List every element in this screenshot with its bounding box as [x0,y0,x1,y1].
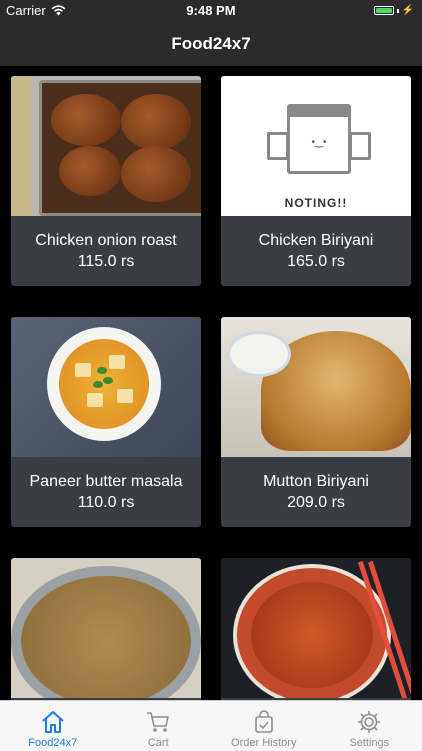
food-price: 115.0 rs [78,251,135,272]
food-card[interactable]: Paneer butter masala 110.0 rs [11,317,201,527]
food-price: 209.0 rs [287,492,345,513]
battery-icon: ⚡ [374,5,414,16]
tab-cart[interactable]: Cart [106,701,212,751]
food-name: Paneer butter masala [30,471,183,492]
tab-order-history[interactable]: Order History [211,701,317,751]
tab-label: Cart [148,737,169,749]
charging-icon: ⚡ [402,5,414,16]
page-title: Food24x7 [171,34,250,54]
paneer-image [11,317,201,457]
navigation-bar: Food24x7 [0,22,422,66]
tab-settings[interactable]: Settings [317,701,422,751]
placeholder-text: NOTING!! [221,196,411,210]
tab-food24x7[interactable]: Food24x7 [0,701,106,751]
home-icon [40,710,66,734]
food-card[interactable]: •‿• NOTING!! Chicken Biriyani 165.0 rs [221,76,411,286]
placeholder-image: •‿• NOTING!! [221,76,411,216]
gear-icon [356,710,382,734]
tab-label: Settings [349,737,389,749]
cart-icon [145,710,171,734]
food-price: 165.0 rs [287,251,345,272]
food-grid: Chicken onion roast 115.0 rs •‿• NOTING!… [0,66,422,700]
food-name: Mutton Biriyani [263,471,369,492]
food-card[interactable]: Mutton Biriyani 209.0 rs [221,317,411,527]
food-name: Chicken onion roast [35,230,176,251]
tab-bar: Food24x7 Cart Order History Settings [0,700,422,751]
status-bar: Carrier 9:48 PM ⚡ [0,0,422,22]
food-name: Chicken Biriyani [259,230,374,251]
tab-label: Food24x7 [28,737,77,749]
curry-image [11,558,201,698]
bag-icon [251,710,277,734]
food-card[interactable]: Chicken onion roast 115.0 rs [11,76,201,286]
food-card[interactable] [11,558,201,700]
biriyani-image [221,317,411,457]
food-price: 110.0 rs [78,492,135,513]
food-card[interactable] [221,558,411,700]
roast-chicken-image [11,76,201,216]
chilli-chicken-image [221,558,411,698]
status-time: 9:48 PM [0,3,422,18]
tab-label: Order History [231,737,296,749]
